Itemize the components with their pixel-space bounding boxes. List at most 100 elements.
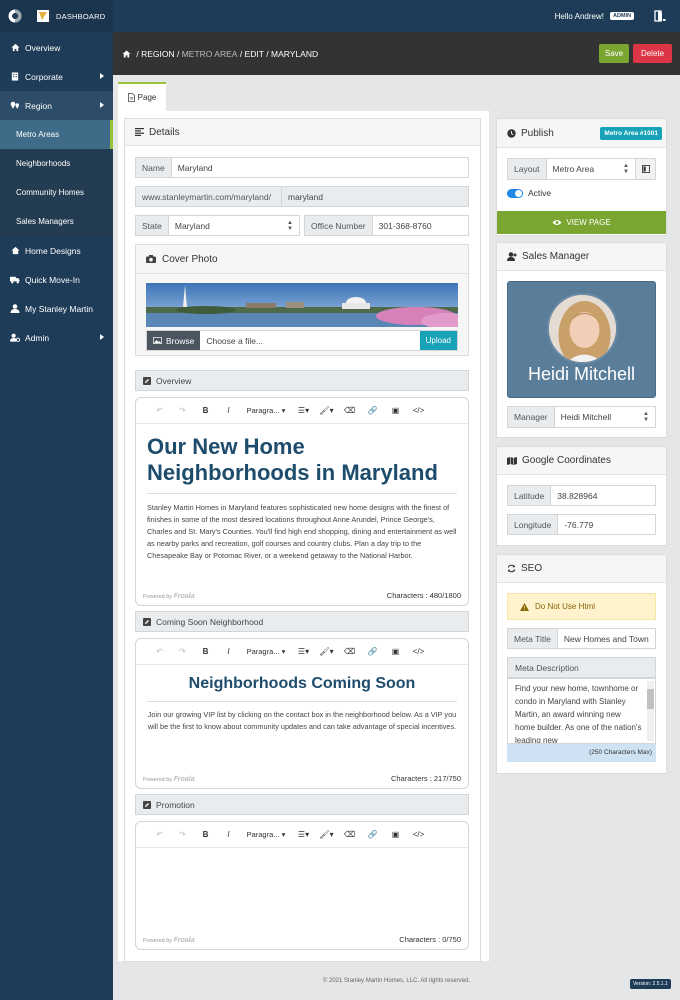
italic-icon[interactable]: I — [217, 830, 240, 839]
crumb-region[interactable]: REGION — [141, 49, 175, 59]
save-button[interactable]: Save — [599, 44, 629, 63]
sidebar-item-region[interactable]: Region — [0, 91, 113, 120]
paragraph-format-label: Paragra... — [246, 830, 280, 839]
coming-soon-editor[interactable]: ↶ ↷ B I Paragra... ▾ ☰▾ 🖌▾ ⌫ 🔗 ▣ </> Nei… — [135, 638, 469, 789]
office-number-field[interactable]: Office Number 301-368-8760 — [304, 215, 469, 236]
manager-select[interactable]: Manager Heidi Mitchell ▲ ▼ — [507, 406, 656, 428]
meta-title-input[interactable]: New Homes and Town — [557, 629, 655, 648]
logout-icon[interactable] — [654, 10, 666, 22]
align-icon[interactable]: ☰▾ — [292, 406, 315, 415]
code-view-icon[interactable]: </> — [407, 830, 430, 839]
camera-icon — [146, 255, 156, 263]
image-icon — [153, 337, 162, 344]
edit-square-icon — [143, 376, 151, 385]
html-warning: Do Not Use Html — [507, 593, 656, 620]
office-input[interactable]: 301-368-8760 — [372, 216, 468, 235]
code-view-icon[interactable]: </> — [407, 647, 430, 656]
latitude-field[interactable]: Latitude 38.828964 — [507, 485, 656, 506]
promotion-header: Promotion — [135, 794, 469, 815]
redo-icon[interactable]: ↷ — [171, 830, 194, 839]
align-icon[interactable]: ☰▾ — [292, 647, 315, 656]
paragraph-format-label: Paragra... — [246, 647, 280, 656]
paragraph-format-select[interactable]: Paragra... ▾ — [240, 830, 292, 839]
paint-brush-icon[interactable]: 🖌▾ — [315, 406, 338, 415]
paint-brush-icon[interactable]: 🖌▾ — [315, 647, 338, 656]
bold-icon[interactable]: B — [194, 406, 217, 415]
eraser-icon[interactable]: ⌫ — [338, 647, 361, 656]
meta-description-textarea[interactable]: Find your new home, townhome or condo in… — [507, 678, 656, 744]
overview-content[interactable]: Our New Home Neighborhoods in Maryland S… — [136, 424, 468, 562]
sidebar-item-home-designs[interactable]: Home Designs — [0, 236, 113, 265]
paragraph-format-select[interactable]: Paragra... ▾ — [240, 406, 292, 415]
redo-icon[interactable]: ↷ — [171, 406, 194, 415]
overview-heading: Our New Home Neighborhoods in Maryland — [147, 434, 457, 494]
metro-area-badge: Metro Area #1001 — [600, 126, 662, 140]
link-icon[interactable]: 🔗 — [361, 647, 384, 656]
tab-page[interactable]: Page — [118, 82, 166, 111]
italic-icon[interactable]: I — [217, 406, 240, 415]
cover-header: Cover Photo — [136, 245, 468, 274]
undo-icon[interactable]: ↶ — [148, 830, 171, 839]
sidebar-item-community-homes[interactable]: Community Homes — [0, 178, 113, 207]
overview-body: Stanley Martin Homes in Maryland feature… — [147, 503, 457, 560]
link-icon[interactable]: 🔗 — [361, 830, 384, 839]
overview-editor[interactable]: ↶ ↷ B I Paragra... ▾ ☰▾ 🖌▾ ⌫ 🔗 ▣ </> Our… — [135, 397, 469, 606]
insert-image-icon[interactable]: ▣ — [384, 647, 407, 656]
promotion-editor[interactable]: ↶ ↷ B I Paragra... ▾ ☰▾ 🖌▾ ⌫ 🔗 ▣ </> Pow… — [135, 821, 469, 950]
eraser-icon[interactable]: ⌫ — [338, 406, 361, 415]
state-select-value[interactable]: Maryland ▲ ▼ — [168, 216, 299, 235]
sidebar-item-admin[interactable]: Admin — [0, 323, 113, 352]
layout-select-value[interactable]: Metro Area ▲ ▼ — [546, 159, 635, 179]
sidebar-item-metro-areas[interactable]: Metro Areas — [0, 120, 113, 149]
code-view-icon[interactable]: </> — [407, 406, 430, 415]
redo-icon[interactable]: ↷ — [171, 647, 194, 656]
paragraph-format-select[interactable]: Paragra... ▾ — [240, 647, 292, 656]
sidebar-item-corporate[interactable]: Corporate — [0, 62, 113, 91]
longitude-field[interactable]: Longitude -76.779 — [507, 514, 656, 535]
align-icon[interactable]: ☰▾ — [292, 830, 315, 839]
meta-title-field[interactable]: Meta Title New Homes and Town — [507, 628, 656, 649]
powered-text: Powered by — [143, 938, 173, 944]
view-page-button[interactable]: VIEW PAGE — [497, 211, 666, 234]
link-icon[interactable]: 🔗 — [361, 406, 384, 415]
state-select[interactable]: State Maryland ▲ ▼ — [135, 215, 300, 236]
insert-image-icon[interactable]: ▣ — [384, 830, 407, 839]
insert-image-icon[interactable]: ▣ — [384, 406, 407, 415]
user-icon — [10, 304, 20, 314]
bold-icon[interactable]: B — [194, 647, 217, 656]
brand-logo[interactable]: DASHBOARD — [0, 0, 113, 32]
sidebar-item-label: Region — [25, 100, 52, 111]
longitude-input[interactable]: -76.779 — [558, 515, 655, 534]
sidebar-item-overview[interactable]: Overview — [0, 33, 113, 62]
latitude-input[interactable]: 38.828964 — [551, 486, 655, 505]
crumb-metro-area[interactable]: METRO AREA — [182, 49, 238, 59]
paint-brush-icon[interactable]: 🖌▾ — [315, 830, 338, 839]
name-field[interactable]: Name Maryland — [135, 157, 469, 178]
sidebar-item-neighborhoods[interactable]: Neighborhoods — [0, 149, 113, 178]
active-toggle[interactable] — [507, 188, 523, 198]
file-input[interactable]: Choose a file... — [200, 331, 420, 350]
eraser-icon[interactable]: ⌫ — [338, 830, 361, 839]
layout-value: Metro Area — [552, 164, 595, 174]
delete-button[interactable]: Delete — [633, 44, 672, 63]
coming-soon-content[interactable]: Neighborhoods Coming Soon Join our growi… — [136, 665, 468, 733]
sidebar: DASHBOARD Overview Corporate Region Metr… — [0, 0, 113, 1000]
home-crumb-icon[interactable] — [122, 49, 131, 58]
sidebar-item-sales-managers[interactable]: Sales Managers — [0, 207, 113, 236]
crumb-current: MARYLAND — [271, 48, 319, 59]
undo-icon[interactable]: ↶ — [148, 406, 171, 415]
url-prefix: www.stanleymartin.com/maryland/ — [136, 187, 282, 206]
layout-preview-icon[interactable] — [635, 159, 655, 179]
sidebar-item-my-stanley-martin[interactable]: My Stanley Martin — [0, 294, 113, 323]
textarea-scrollbar[interactable] — [647, 681, 654, 741]
name-input[interactable]: Maryland — [171, 158, 468, 177]
upload-button[interactable]: Upload — [419, 331, 457, 350]
manager-select-value[interactable]: Heidi Mitchell ▲ ▼ — [554, 407, 655, 427]
italic-icon[interactable]: I — [217, 647, 240, 656]
building-icon — [10, 72, 20, 82]
sidebar-item-quick-move-in[interactable]: Quick Move-In — [0, 265, 113, 294]
browse-button[interactable]: Browse — [147, 331, 201, 350]
undo-icon[interactable]: ↶ — [148, 647, 171, 656]
bold-icon[interactable]: B — [194, 830, 217, 839]
layout-select[interactable]: Layout Metro Area ▲ ▼ — [507, 158, 656, 180]
